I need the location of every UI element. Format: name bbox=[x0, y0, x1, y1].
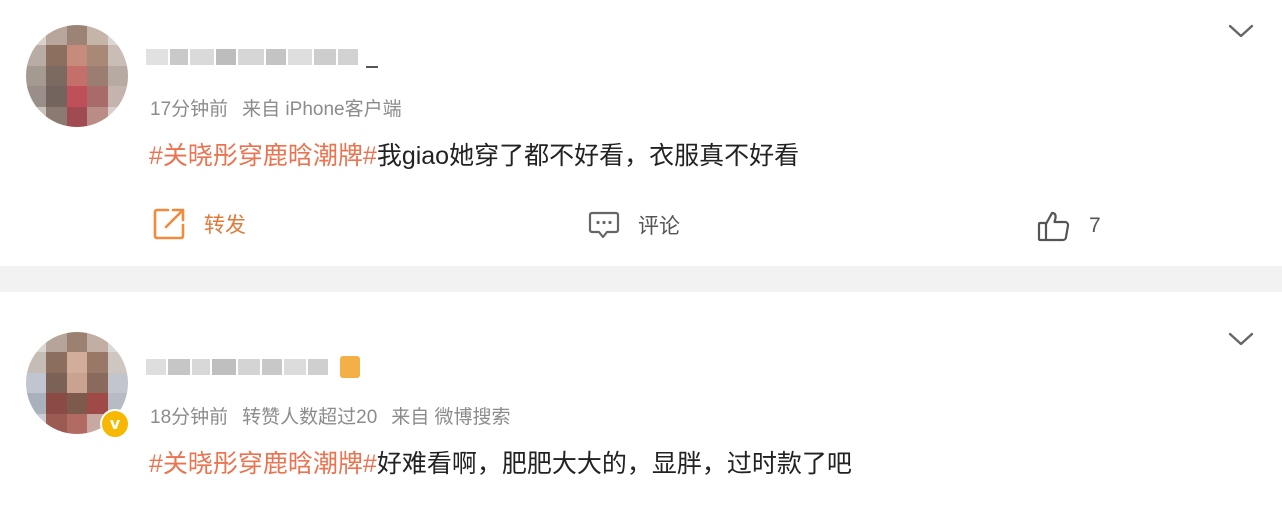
comment-body: 好难看啊，肥肥大大的，显胖，过时款了吧 bbox=[376, 450, 852, 478]
comment-card-2: v 18分钟前 转赞人数超过20 来自 微博搜索 #关晓彤穿鹿晗潮牌#好难看啊，肥肥… bbox=[0, 292, 1282, 516]
username-blurred[interactable] bbox=[146, 354, 360, 380]
username-blurred[interactable] bbox=[146, 44, 378, 70]
comment-source: 来自 微博搜索 bbox=[391, 407, 511, 428]
like-count: 7 bbox=[1089, 214, 1101, 237]
comment-body: 我giao她穿了都不好看，衣服真不好看 bbox=[376, 142, 800, 170]
repost-label: 转发 bbox=[204, 214, 246, 237]
comment-source: 来自 iPhone客户端 bbox=[242, 99, 402, 120]
comment-time: 18分钟前 bbox=[150, 407, 229, 428]
comment-time: 17分钟前 bbox=[150, 99, 229, 120]
thumbs-up-icon bbox=[1037, 211, 1070, 242]
comment-label: 评论 bbox=[638, 215, 680, 238]
comment-text: #关晓彤穿鹿晗潮牌#好难看啊，肥肥大大的，显胖，过时款了吧 bbox=[149, 444, 852, 480]
comment-meta: 18分钟前 转赞人数超过20 来自 微博搜索 bbox=[150, 402, 511, 429]
card-divider bbox=[0, 266, 1282, 292]
verified-badge-icon: v bbox=[100, 409, 130, 439]
topic-link[interactable]: #关晓彤穿鹿晗潮牌# bbox=[149, 142, 377, 170]
comment-card-1: 17分钟前 来自 iPhone客户端 #关晓彤穿鹿晗潮牌#我giao她穿了都不好看… bbox=[0, 0, 1282, 266]
repost-icon bbox=[153, 208, 185, 240]
avatar[interactable] bbox=[26, 25, 128, 127]
like-button[interactable]: 7 bbox=[1037, 209, 1101, 243]
comment-badge: 转赞人数超过20 bbox=[242, 407, 378, 428]
comment-meta: 17分钟前 来自 iPhone客户端 bbox=[150, 94, 402, 121]
comment-icon bbox=[588, 211, 620, 239]
topic-link[interactable]: #关晓彤穿鹿晗潮牌# bbox=[149, 450, 377, 478]
comment-button[interactable]: 评论 bbox=[588, 210, 680, 240]
repost-button[interactable]: 转发 bbox=[152, 207, 246, 241]
chevron-down-icon[interactable] bbox=[1227, 330, 1255, 348]
chevron-down-icon[interactable] bbox=[1227, 22, 1255, 40]
comment-text: #关晓彤穿鹿晗潮牌#我giao她穿了都不好看，衣服真不好看 bbox=[149, 136, 799, 172]
